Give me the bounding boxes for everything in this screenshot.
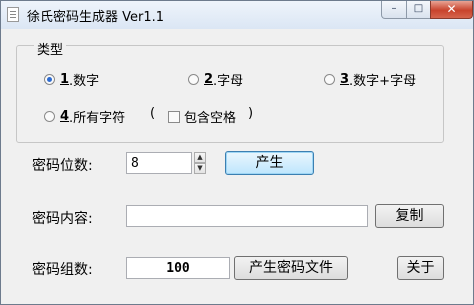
- radio-all-chars-number: 4: [60, 109, 70, 124]
- radio-digits-letters-label: .数字+字母: [349, 74, 417, 89]
- radio-digits[interactable]: 1 .数字: [44, 70, 99, 89]
- generate-file-button[interactable]: 产生密码文件: [234, 256, 348, 280]
- radio-all-chars-label: .所有字符: [69, 111, 126, 126]
- length-input[interactable]: [126, 152, 192, 174]
- generate-button[interactable]: 产生: [225, 151, 314, 175]
- count-input[interactable]: [126, 257, 230, 279]
- radio-letters-label: .字母: [213, 74, 244, 89]
- type-group-legend: 类型: [34, 39, 67, 58]
- include-space-checkbox[interactable]: 包含空格: [168, 107, 236, 126]
- radio-digits-letters[interactable]: 3 .数字+字母: [324, 70, 416, 89]
- document-icon: [7, 7, 19, 22]
- paren-open: (: [150, 106, 156, 121]
- radio-digits-indicator[interactable]: [44, 74, 55, 85]
- radio-digits-label: .数字: [69, 74, 100, 89]
- length-spinner[interactable]: ▲ ▼: [194, 152, 206, 174]
- radio-digits-letters-number: 3: [340, 72, 350, 87]
- include-space-box[interactable]: [168, 110, 180, 123]
- spin-down-icon[interactable]: ▼: [194, 163, 206, 174]
- type-groupbox: [16, 45, 444, 143]
- paren-close: ): [248, 106, 254, 121]
- minimize-button[interactable]: –: [381, 1, 407, 19]
- spin-up-icon[interactable]: ▲: [194, 152, 206, 163]
- radio-letters-indicator[interactable]: [188, 74, 199, 85]
- include-space-label: 包含空格: [184, 111, 237, 126]
- radio-letters-number: 2: [204, 72, 214, 87]
- password-output[interactable]: [126, 205, 368, 227]
- count-label: 密码组数:: [32, 262, 93, 278]
- maximize-button[interactable]: □: [406, 1, 431, 19]
- title-bar[interactable]: 徐氏密码生成器 Ver1.1 – □ ✕: [1, 1, 473, 29]
- copy-button[interactable]: 复制: [375, 204, 444, 228]
- length-label: 密码位数:: [32, 158, 93, 174]
- radio-all-chars[interactable]: 4 .所有字符: [44, 107, 125, 126]
- radio-digits-letters-indicator[interactable]: [324, 74, 335, 85]
- content-label: 密码内容:: [32, 211, 93, 227]
- close-button[interactable]: ✕: [430, 1, 473, 19]
- radio-digits-number: 1: [60, 72, 70, 87]
- radio-all-chars-indicator[interactable]: [44, 111, 55, 122]
- window-title: 徐氏密码生成器 Ver1.1: [27, 10, 165, 25]
- radio-letters[interactable]: 2 .字母: [188, 70, 243, 89]
- about-button[interactable]: 关于: [397, 256, 444, 280]
